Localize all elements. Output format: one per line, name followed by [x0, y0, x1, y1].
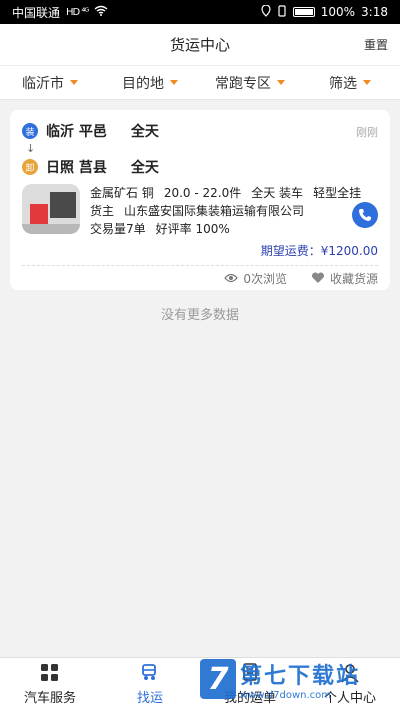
carrier-label: 中国联通 — [12, 5, 61, 20]
cargo-listing-card[interactable]: 刚刚 装 临沂 平邑 全天 ↓ 卸 日照 莒县 全天 金属矿石 铜 20.0 - … — [10, 110, 390, 290]
phone-icon — [359, 209, 371, 221]
destination-row: 卸 日照 莒县 全天 — [22, 156, 378, 178]
status-bar: 中国联通 HD ⁴ᴳ 100% 3:18 — [0, 0, 400, 24]
cargo-detail: 金属矿石 铜 20.0 - 22.0件 全天 装车 轻型全挂 货主 山东盛安国际集装箱运… — [22, 184, 378, 238]
dropdown-arrow-icon — [70, 80, 78, 85]
page-title: 货运中心 — [169, 36, 230, 54]
eye-icon — [224, 273, 239, 283]
trade-count: 交易量7单 — [90, 222, 146, 236]
route-arrow-icon: ↓ — [26, 142, 36, 155]
truck-icon — [142, 664, 156, 680]
filter-city[interactable]: 临沂市 — [0, 73, 100, 93]
listing-actions: 0次浏览 收藏货源 — [22, 266, 378, 290]
filter-label: 筛选 — [329, 75, 357, 92]
heart-icon — [311, 272, 324, 283]
grid-icon — [41, 664, 58, 681]
dropdown-arrow-icon — [277, 80, 285, 85]
owner-line: 货主 山东盛安国际集装箱运输有限公司 — [90, 202, 378, 220]
posted-time: 刚刚 — [356, 126, 378, 139]
location-icon — [261, 3, 271, 20]
view-count: 0次浏览 — [224, 270, 287, 287]
tab-car-service[interactable]: 汽车服务 — [0, 658, 100, 711]
tab-label: 汽车服务 — [23, 691, 76, 706]
fee-value: ¥1200.00 — [320, 244, 378, 258]
favorite-button[interactable]: 收藏货源 — [311, 270, 378, 287]
filter-label: 常跑专区 — [215, 75, 271, 92]
call-button[interactable] — [352, 202, 378, 228]
origin-row: 装 临沂 平邑 全天 — [22, 120, 378, 142]
network-tags: HD ⁴ᴳ — [66, 6, 89, 18]
cargo-type: 金属矿石 铜 — [90, 186, 154, 200]
owner-company: 山东盛安国际集装箱运输有限公司 — [124, 204, 305, 218]
no-more-data: 没有更多数据 — [160, 308, 239, 323]
rating: 好评率 100% — [155, 222, 230, 236]
watermark-url: www.d7down.com — [240, 689, 332, 701]
filter-label: 临沂市 — [22, 75, 64, 92]
filter-more[interactable]: 筛选 — [300, 73, 400, 93]
dropdown-arrow-icon — [363, 80, 371, 85]
filter-destination[interactable]: 目的地 — [100, 73, 200, 93]
load-badge: 装 — [22, 123, 38, 139]
filter-bar: 临沂市 目的地 常跑专区 筛选 — [0, 66, 400, 100]
cargo-line: 金属矿石 铜 20.0 - 22.0件 全天 装车 轻型全挂 — [90, 184, 378, 202]
top-header: 货运中心 重置 — [0, 24, 400, 66]
watermark-logo: 7 — [200, 659, 236, 699]
destination-time: 全天 — [130, 160, 159, 176]
vibrate-icon — [277, 4, 287, 20]
stats-line: 交易量7单 好评率 100% — [90, 220, 378, 238]
destination-city: 日照 莒县 — [46, 160, 107, 176]
favorite-text: 收藏货源 — [329, 271, 378, 286]
clock: 3:18 — [361, 5, 388, 19]
wifi-icon — [94, 5, 108, 19]
dropdown-arrow-icon — [170, 80, 178, 85]
filter-frequent-routes[interactable]: 常跑专区 — [200, 73, 300, 93]
truck-type: 轻型全挂 — [313, 186, 362, 200]
reset-button[interactable]: 重置 — [364, 36, 388, 53]
tab-label: 找运 — [136, 691, 163, 706]
origin-city: 临沂 平邑 — [46, 124, 107, 140]
origin-time: 全天 — [130, 124, 159, 140]
filter-label: 目的地 — [122, 75, 164, 92]
battery-percent: 100% — [320, 5, 356, 19]
load-time: 全天 装车 — [251, 186, 304, 200]
unload-badge: 卸 — [22, 159, 38, 175]
expected-fee: 期望运费：¥1200.00 — [22, 238, 378, 266]
watermark-name: 第七下载站 — [240, 663, 361, 689]
fee-label: 期望运费： — [260, 244, 321, 258]
tab-find-freight[interactable]: 找运 — [100, 658, 200, 711]
site-watermark: 7 第七下载站 www.d7down.com — [200, 655, 390, 703]
owner-avatar — [22, 184, 80, 234]
battery-icon — [292, 7, 315, 17]
cargo-amount: 20.0 - 22.0件 — [163, 186, 242, 200]
owner-label: 货主 — [90, 204, 115, 218]
view-count-text: 0次浏览 — [243, 271, 287, 286]
